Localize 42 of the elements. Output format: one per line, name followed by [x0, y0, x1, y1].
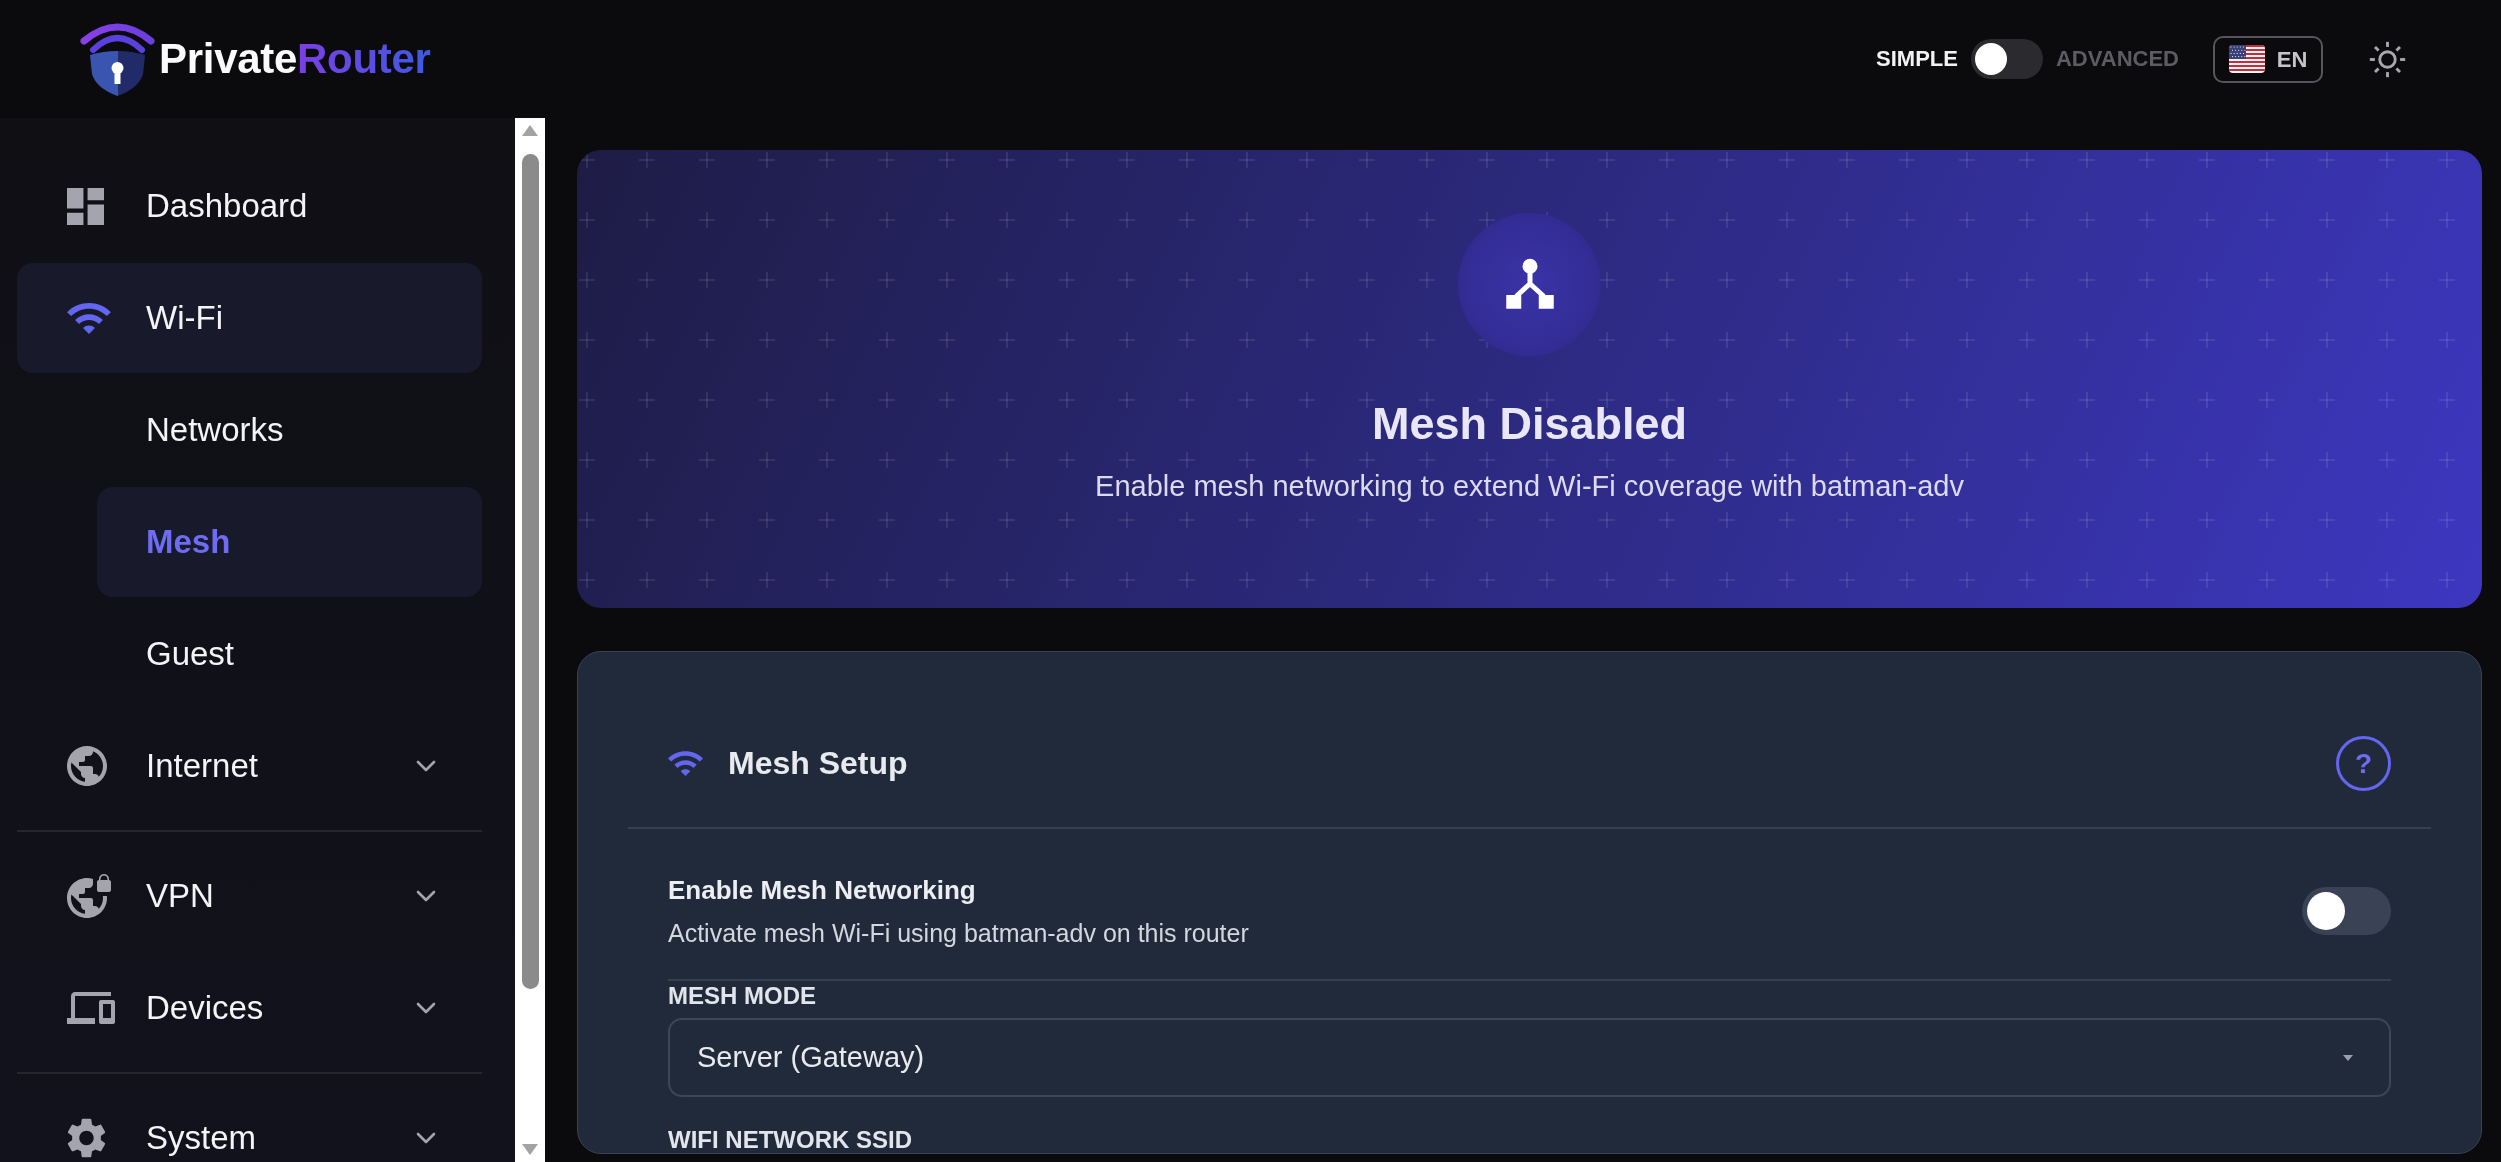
setting-description: Activate mesh Wi-Fi using batman-adv on this router: [668, 918, 1249, 948]
sidebar-item[interactable]: System: [17, 1083, 482, 1162]
globe-icon: [67, 746, 107, 786]
chevron-down-icon: [416, 890, 436, 902]
wifi-icon: [67, 302, 111, 334]
scroll-up-icon[interactable]: [522, 125, 538, 136]
sun-icon[interactable]: [2369, 40, 2406, 78]
gear-icon: [67, 1118, 106, 1158]
dashboard-icon: [67, 187, 104, 225]
mode-label: SIMPLE: [1876, 45, 1958, 73]
setting-label: Enable Mesh Networking: [668, 874, 977, 907]
flag-icon: [2228, 45, 2265, 73]
devices-icon: [67, 992, 115, 1024]
chevron-down-icon: [416, 760, 436, 772]
scrollbar-track[interactable]: [515, 118, 545, 1162]
card-title: Mesh Setup: [728, 744, 908, 783]
mode-switch[interactable]: [1970, 39, 2043, 79]
sidebar-item[interactable]: Internet: [17, 711, 482, 821]
shield-logo-icon: [80, 22, 155, 96]
sidebar-item[interactable]: VPN: [17, 841, 482, 951]
sidebar-item[interactable]: Devices: [17, 953, 482, 1063]
field-label: WIFI NETWORK SSID: [668, 1127, 913, 1153]
mode-label: ADVANCED: [2055, 45, 2179, 73]
sidebar-subitem[interactable]: Mesh: [97, 487, 482, 597]
chevron-down-icon: [416, 1132, 436, 1144]
select-field[interactable]: Server (Gateway): [668, 1018, 2391, 1097]
field-label: MESH MODE: [668, 983, 817, 1009]
sidebar-item[interactable]: Dashboard: [17, 151, 482, 261]
banner-subtitle: Enable mesh networking to extend Wi-Fi coverage with batman-adv: [1095, 469, 1964, 504]
wifi-icon: [668, 751, 703, 776]
sidebar-subitem[interactable]: Guest: [97, 599, 482, 709]
scroll-down-icon[interactable]: [522, 1144, 538, 1155]
caret-icon: [2343, 1054, 2353, 1061]
globe-lock-icon: [67, 874, 111, 918]
sidebar-subitem[interactable]: Networks: [97, 375, 482, 485]
logo-text: PrivateRouter: [159, 33, 431, 84]
toggle-switch[interactable]: [2302, 886, 2391, 935]
language-button[interactable]: EN: [2213, 35, 2323, 83]
scrollbar-thumb[interactable]: [521, 154, 539, 989]
chevron-down-icon: [416, 1002, 436, 1014]
sidebar-item[interactable]: Wi-Fi: [17, 263, 482, 373]
banner-title: Mesh Disabled: [1371, 397, 1688, 451]
